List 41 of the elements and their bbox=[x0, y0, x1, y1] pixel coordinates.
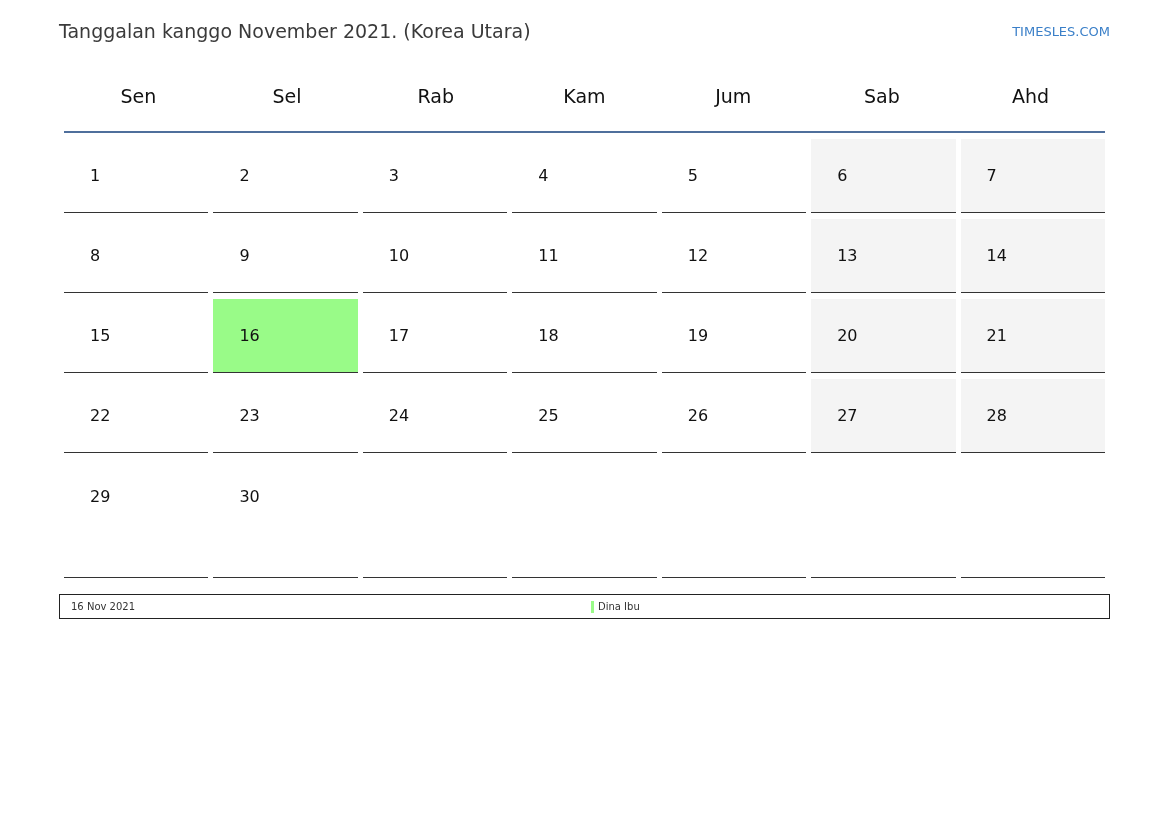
day-cell: 23 bbox=[213, 379, 358, 453]
weekday-header: Rab bbox=[416, 85, 456, 109]
day-cell: 2 bbox=[213, 139, 358, 213]
day-cell: 4 bbox=[512, 139, 657, 213]
day-cell: 7 bbox=[960, 139, 1105, 213]
holiday-date: 16 Nov 2021 bbox=[71, 601, 137, 612]
day-cell: 11 bbox=[512, 219, 657, 293]
weekday-header: Ahd bbox=[1011, 85, 1051, 109]
day-cell: 18 bbox=[512, 299, 657, 373]
day-cell: 10 bbox=[362, 219, 508, 293]
weekday-header: Kam bbox=[562, 85, 607, 109]
day-cell: 24 bbox=[362, 379, 508, 453]
day-cell: 29 bbox=[64, 459, 209, 578]
day-cell: 20 bbox=[811, 299, 956, 373]
site-link[interactable]: TIMESLES.COM bbox=[1012, 23, 1110, 39]
day-cell: 8 bbox=[64, 219, 209, 293]
weekday-header: Sab bbox=[863, 85, 901, 109]
day-cell: 6 bbox=[811, 139, 956, 213]
day-cell: 17 bbox=[362, 299, 508, 373]
day-cell: 27 bbox=[811, 379, 956, 453]
day-cell: 30 bbox=[213, 459, 358, 578]
day-cell: 28 bbox=[960, 379, 1105, 453]
day-cell: 14 bbox=[960, 219, 1105, 293]
weekday-header: Sen bbox=[119, 85, 158, 109]
day-cell: 15 bbox=[64, 299, 209, 373]
day-cell: 25 bbox=[512, 379, 657, 453]
day-cell: 12 bbox=[661, 219, 807, 293]
weekday-header: Sel bbox=[271, 85, 303, 109]
day-cell: 26 bbox=[661, 379, 807, 453]
day-cell: 13 bbox=[811, 219, 956, 293]
day-cell: 9 bbox=[213, 219, 358, 293]
weekday-header: Jum bbox=[713, 85, 753, 109]
day-cell: 22 bbox=[64, 379, 209, 453]
calendar-title: Tanggalan kanggo November 2021. (Korea Utara) bbox=[59, 20, 531, 42]
day-cell: 5 bbox=[661, 139, 807, 213]
holiday-name: Dina Ibu bbox=[598, 601, 640, 612]
day-cell: 16 bbox=[213, 299, 358, 373]
day-cell: 1 bbox=[64, 139, 209, 213]
day-cell: 3 bbox=[362, 139, 508, 213]
day-cell: 19 bbox=[661, 299, 807, 373]
day-cell: 21 bbox=[960, 299, 1105, 373]
